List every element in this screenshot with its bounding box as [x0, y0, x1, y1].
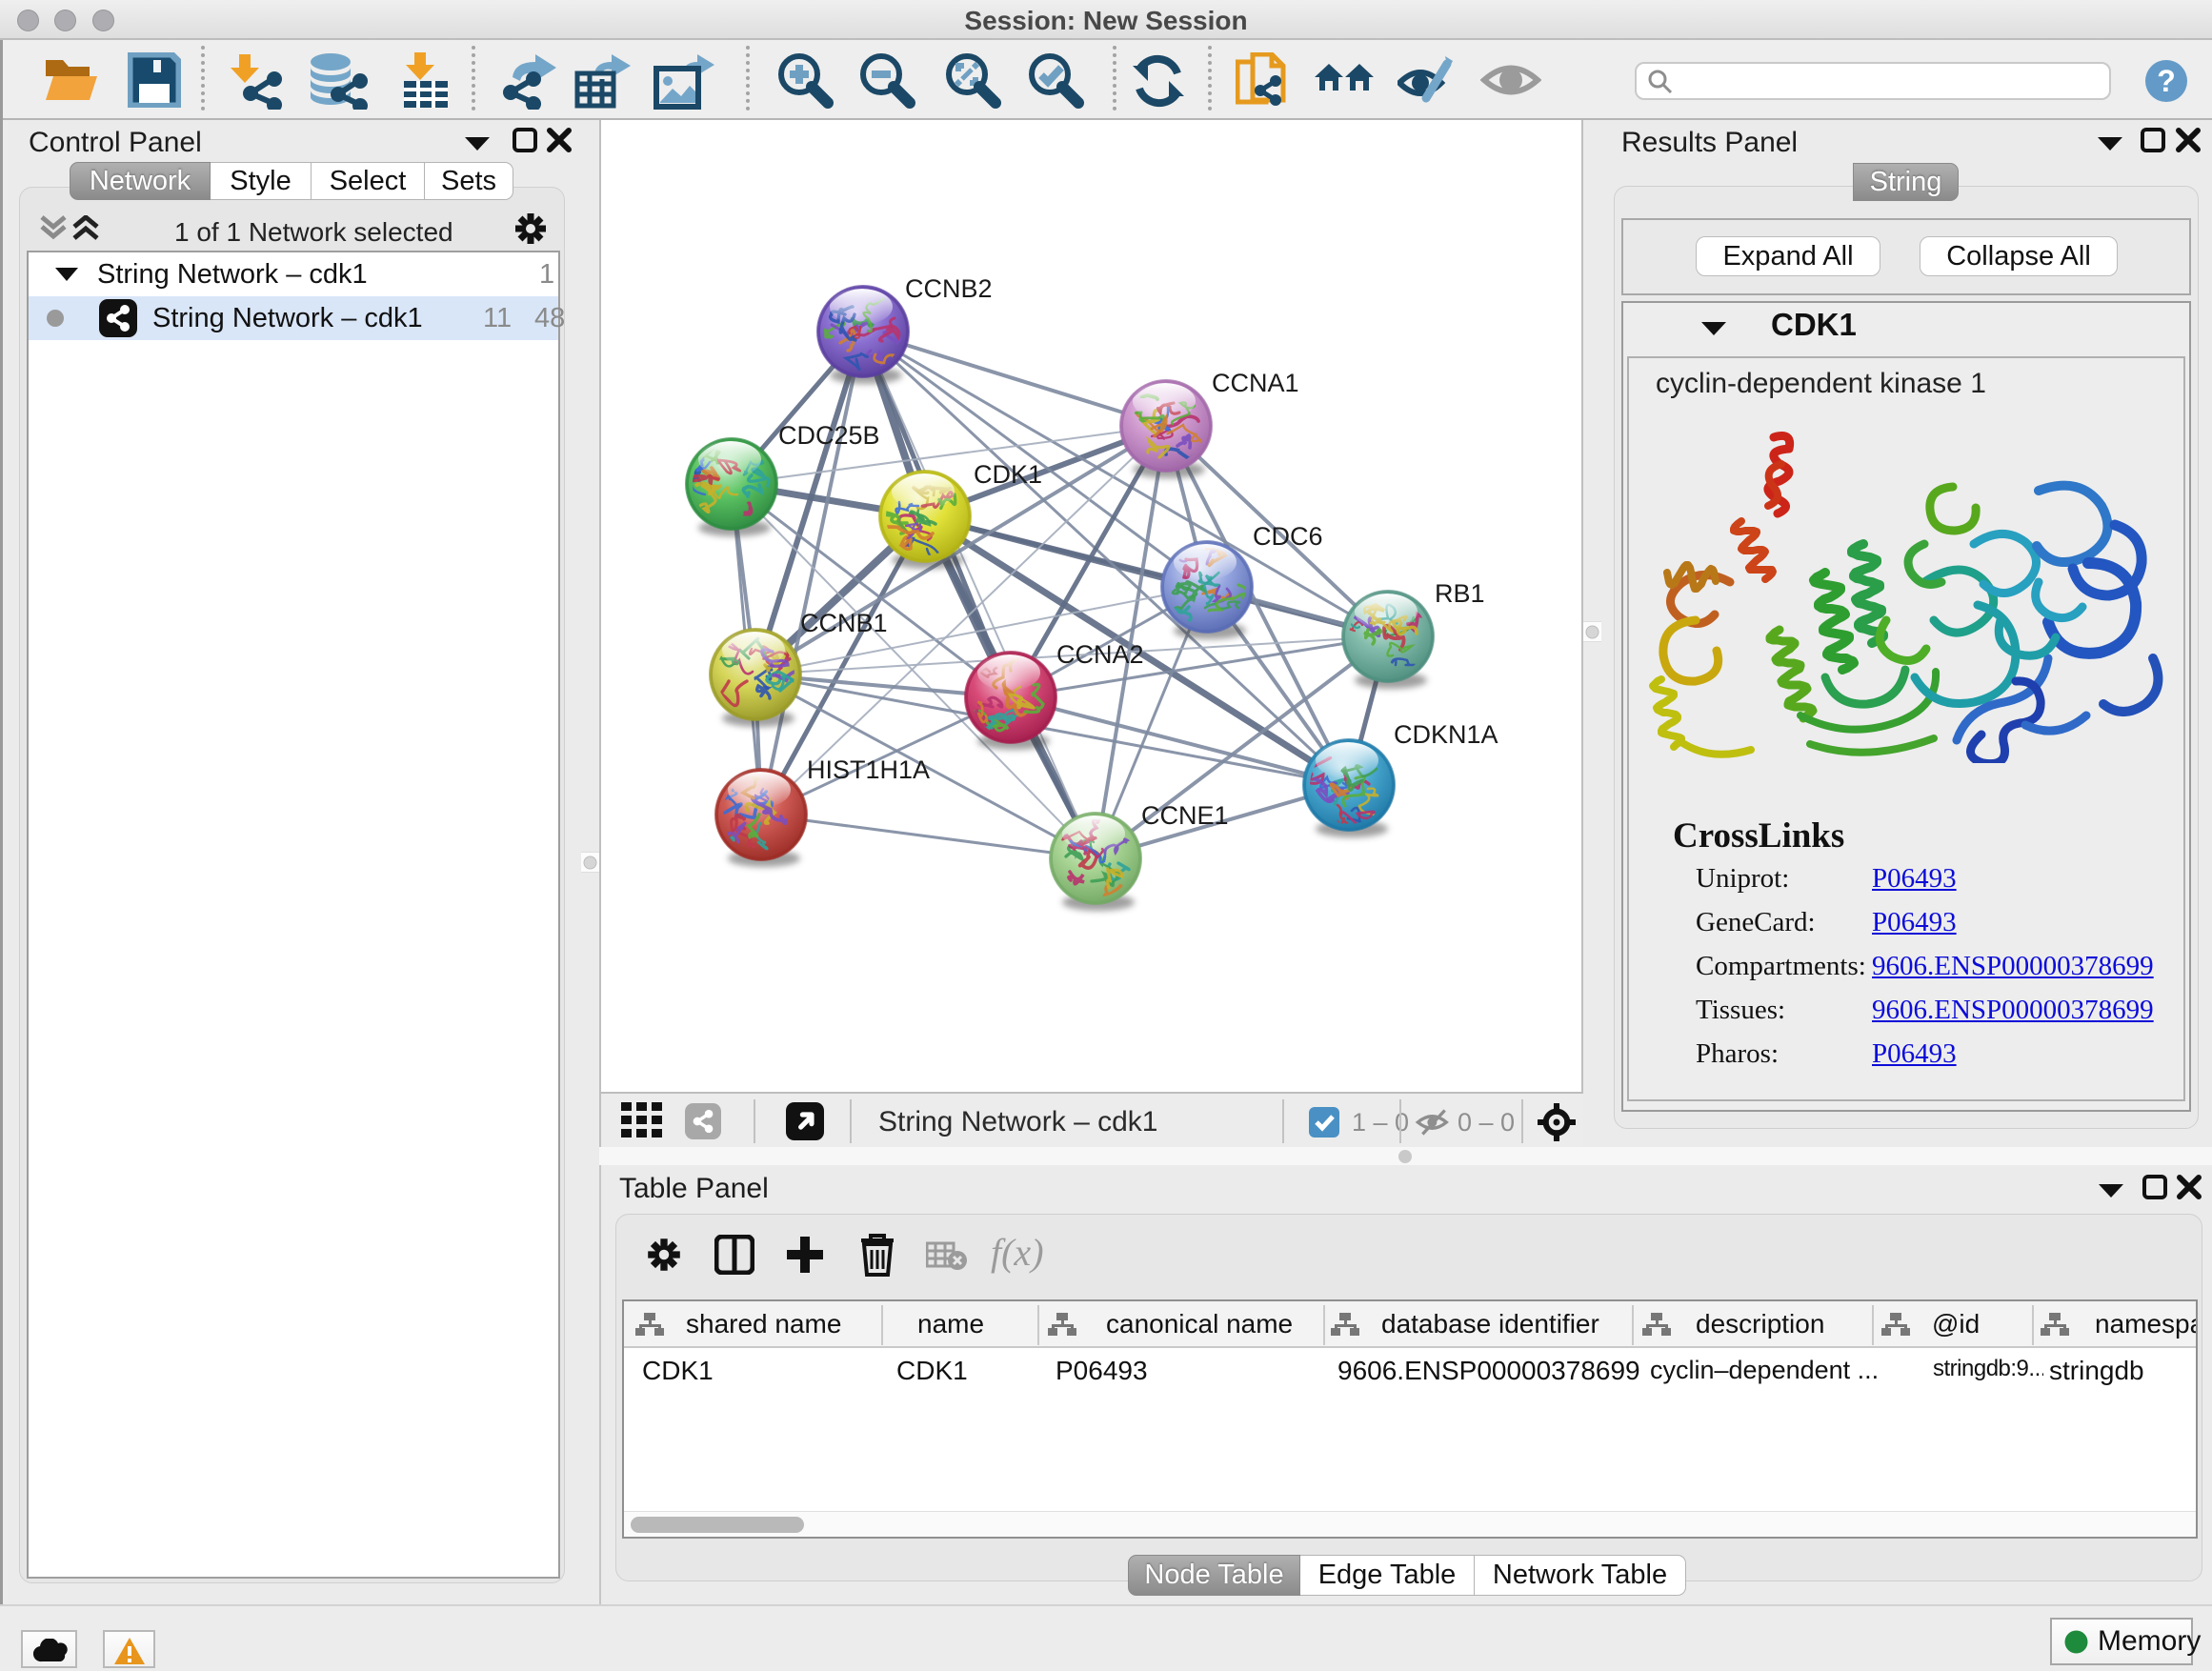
- svg-text:CDK1: CDK1: [974, 460, 1042, 489]
- svg-text:HIST1H1A: HIST1H1A: [807, 755, 930, 784]
- svg-text:CCNA2: CCNA2: [1056, 640, 1144, 669]
- svg-text:CDC25B: CDC25B: [778, 421, 880, 450]
- svg-text:RB1: RB1: [1435, 579, 1485, 608]
- svg-text:CCNE1: CCNE1: [1141, 801, 1229, 830]
- svg-text:CDKN1A: CDKN1A: [1394, 720, 1498, 749]
- svg-text:CCNA1: CCNA1: [1212, 369, 1299, 397]
- svg-text:CCNB2: CCNB2: [905, 274, 993, 303]
- svg-text:?: ?: [2157, 64, 2176, 98]
- svg-text:CDC6: CDC6: [1253, 522, 1323, 551]
- svg-text:CCNB1: CCNB1: [800, 609, 888, 637]
